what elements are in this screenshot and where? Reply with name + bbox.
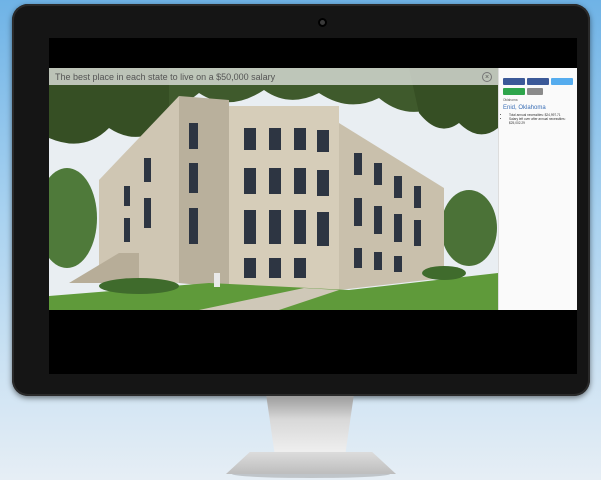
share-button-row bbox=[503, 78, 573, 85]
monitor-base bbox=[226, 452, 396, 474]
photo-caption-bar: The best place in each state to live on … bbox=[49, 68, 498, 85]
article-sidebar: Oklahoma Enid, Oklahoma Total annual nec… bbox=[498, 68, 577, 310]
place-heading: Enid, Oklahoma bbox=[503, 104, 546, 111]
monitor-stand bbox=[266, 396, 354, 454]
share-twitter-button[interactable] bbox=[551, 78, 573, 85]
share-button-row-2 bbox=[503, 88, 573, 95]
list-item: Salary left over after annual necessitie… bbox=[509, 117, 573, 126]
share-email-button[interactable] bbox=[503, 88, 525, 95]
monitor-screen: The best place in each state to live on … bbox=[49, 38, 577, 374]
webcam-icon bbox=[318, 18, 327, 27]
share-linkedin-button[interactable] bbox=[527, 78, 549, 85]
share-more-button[interactable] bbox=[527, 88, 543, 95]
courthouse-photo bbox=[49, 68, 498, 310]
article-photo: The best place in each state to live on … bbox=[49, 68, 498, 310]
article-headline: The best place in each state to live on … bbox=[55, 71, 276, 82]
section-label: Oklahoma bbox=[503, 98, 518, 102]
close-icon[interactable]: × bbox=[482, 71, 492, 82]
share-facebook-button[interactable] bbox=[503, 78, 525, 85]
stats-list: Total annual necessities: $24,997.71 Sal… bbox=[503, 113, 573, 126]
article-page: The best place in each state to live on … bbox=[49, 68, 577, 310]
